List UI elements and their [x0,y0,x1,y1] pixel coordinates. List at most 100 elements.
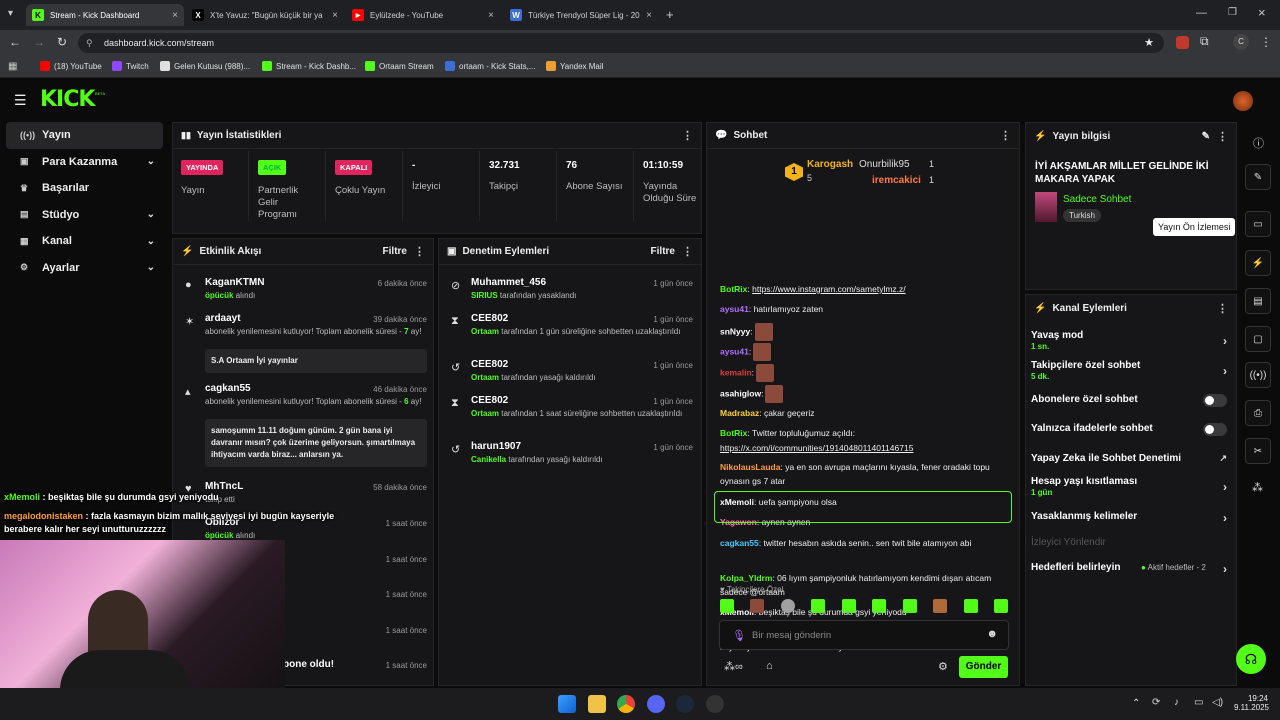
hamburger-menu-icon[interactable]: ☰ [14,92,27,109]
chat-username[interactable]: aysu41 [720,304,749,314]
bookmark-star-icon[interactable]: ★ [1144,33,1154,53]
event-user[interactable]: MhTncL [205,481,243,492]
info-circle-icon[interactable]: ⓘ [1253,135,1264,151]
filter-button[interactable]: Filtre [383,246,407,257]
emote-icon[interactable] [750,599,765,613]
volume-icon[interactable]: ◁) [1212,697,1223,708]
emoji-icon[interactable]: ☻ [986,628,998,640]
chat-username[interactable]: aysu41 [720,346,749,356]
chat-username[interactable]: Madrabaz [720,408,759,418]
emote-icon[interactable] [872,599,887,613]
chat-username[interactable]: snNyyy [720,326,750,336]
store-icon[interactable]: ⌂ [766,660,773,672]
chat-username[interactable]: NikolausLauda [720,462,780,472]
more-icon[interactable]: ⋮ [682,245,693,258]
emote-icon[interactable] [933,599,948,613]
emote-icon[interactable] [841,599,856,613]
notes-icon[interactable]: ▤ [1245,288,1271,314]
chat-username[interactable]: BotRix [720,284,747,294]
windows-start-icon[interactable] [558,695,576,713]
action-ai-moderation[interactable]: Yapay Zeka ile Sohbet Denetimi ↗ [1031,453,1231,464]
event-user[interactable]: ardaayt [205,313,241,324]
profile-avatar[interactable]: C [1233,34,1249,50]
bookmark-youtube[interactable]: (18) YouTube [40,61,102,71]
obs-icon[interactable] [706,695,724,713]
bookmark-mail[interactable]: Gelen Kutusu (988)... [160,61,250,71]
more-icon[interactable]: ⋮ [414,245,425,258]
top-gifter-name[interactable]: Karogash [807,159,853,170]
emote-icon[interactable] [811,599,826,613]
apps-grid-icon[interactable]: ▦ [8,61,17,72]
chat-username[interactable]: cagkan55 [720,538,759,548]
action-goals[interactable]: Hedefleri belirleyin ● Aktif hedefler - 2… [1031,562,1231,576]
chat-settings-icon[interactable]: ⚙ [938,660,948,673]
back-icon[interactable]: ← [9,35,21,49]
mod-user[interactable]: CEE802 [471,359,508,370]
more-icon[interactable]: ⋮ [1000,129,1011,142]
chat-username[interactable]: BotRix [720,428,747,438]
file-explorer-icon[interactable] [588,695,606,713]
sidebar-item-para-kazanma[interactable]: ▣ Para Kazanma ⌄ [6,149,163,176]
category-link[interactable]: Sadece Sohbet [1063,194,1131,205]
close-window-icon[interactable]: × [1258,5,1266,20]
wrench-icon[interactable]: ✂ [1245,438,1271,464]
more-icon[interactable]: ⋮ [682,129,693,142]
bookmark-ortaam-stream[interactable]: Ortaam Stream [365,61,434,71]
print-icon[interactable]: ⎙ [1245,400,1271,426]
sidebar-item-basarilar[interactable]: ♛ Başarılar [6,175,163,202]
emote-icon[interactable] [963,599,978,613]
mod-user[interactable]: harun1907 [471,441,521,452]
chat-username[interactable]: asahiglow [720,388,761,398]
action-emotes-only[interactable]: Yalnızca ifadelerle sohbet [1031,423,1231,436]
url-field[interactable]: ⚲ dashboard.kick.com/stream ★ [78,33,1164,53]
more-icon[interactable]: ⋮ [1217,302,1228,315]
chat-input[interactable]: 🎙 Bir mesaj gönderin ☻ [719,620,1009,650]
event-user[interactable]: cagkan55 [205,383,251,394]
new-tab-icon[interactable]: + [666,7,674,22]
action-subscribers-only[interactable]: Abonelere özel sohbet [1031,394,1231,407]
event-user[interactable]: bone oldu! [283,659,334,670]
extensions-puzzle-icon[interactable]: ⧉ [1200,34,1209,49]
emote-icon[interactable] [993,599,1008,613]
tray-chevron-icon[interactable]: ⌃ [1132,698,1140,709]
users-icon[interactable]: ⁂ [1252,481,1263,494]
close-tab-icon[interactable]: × [332,10,338,21]
close-tab-icon[interactable]: × [488,10,494,21]
sidebar-item-kanal[interactable]: ▦ Kanal ⌄ [6,228,163,255]
user-avatar[interactable] [1233,91,1253,111]
discord-icon[interactable] [647,695,665,713]
microphone-icon[interactable]: 🎙 [732,629,746,642]
emotes-only-toggle[interactable] [1203,423,1227,436]
emote-icon[interactable] [780,599,795,613]
top-gifter-name[interactable]: iremcakici [872,175,921,186]
close-tab-icon[interactable]: × [172,10,178,21]
filter-button[interactable]: Filtre [651,246,675,257]
action-banned-words[interactable]: Yasaklanmış kelimeler › [1031,511,1231,525]
action-account-age[interactable]: Hesap yaşı kısıtlaması 1 gün › [1031,476,1231,497]
subscribers-only-toggle[interactable] [1203,394,1227,407]
menu-kebab-icon[interactable]: ⋮ [1260,35,1272,49]
edit-icon[interactable]: ✎ [1202,131,1210,142]
forward-icon[interactable]: → [33,35,45,49]
bookmark-kick-stats[interactable]: ortaam - Kick Stats,... [445,61,535,71]
extension-icon[interactable] [1176,36,1189,49]
emote-icon[interactable] [902,599,917,613]
chat-username[interactable]: kemalin [720,367,752,377]
steam-icon[interactable] [676,695,694,713]
broadcast-icon[interactable]: ((•)) [1245,362,1271,388]
network-icon[interactable]: ▭ [1194,697,1203,708]
site-info-icon[interactable]: ⚲ [86,33,93,53]
mod-user[interactable]: CEE802 [471,313,508,324]
mod-user[interactable]: Muhammet_456 [471,277,546,288]
send-button[interactable]: Gönder [959,656,1008,678]
help-chat-icon[interactable]: ☊ [1236,644,1266,674]
reload-icon[interactable]: ↻ [57,35,67,49]
chrome-icon[interactable] [617,695,635,713]
tab-superlig[interactable]: W Türkiye Trendyol Süper Lig - 20 × [504,4,658,26]
clock[interactable]: 19:24 9.11.2025 [1234,694,1269,712]
bookmark-kick-dashboard[interactable]: Stream - Kick Dashb... [262,61,356,71]
sidebar-item-ayarlar[interactable]: ⚙ Ayarlar ⌄ [6,255,163,282]
sync-icon[interactable]: ⟳ [1152,697,1160,708]
bookmark-yandex-mail[interactable]: Yandex Mail [546,61,603,71]
chat-icon[interactable]: ▢ [1245,326,1271,352]
